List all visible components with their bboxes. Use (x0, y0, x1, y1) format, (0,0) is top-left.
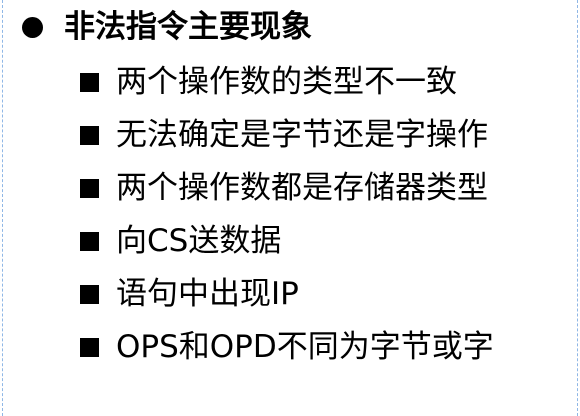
heading-text: 非法指令主要现象 (64, 9, 312, 45)
list-item-text: OPS和OPD不同为字节或字 (116, 329, 494, 365)
slide-left-border (2, 0, 3, 416)
list-item-text: 两个操作数都是存储器类型 (116, 170, 488, 206)
slide-right-border (577, 0, 578, 416)
list-item: 两个操作数都是存储器类型 (80, 162, 494, 215)
filled-square-icon (80, 338, 99, 357)
filled-square-icon (80, 285, 99, 304)
heading-row: 非法指令主要现象 (22, 4, 312, 50)
list-item: OPS和OPD不同为字节或字 (80, 321, 494, 374)
filled-square-icon (80, 232, 99, 251)
list-item-text: 向CS送数据 (116, 223, 282, 259)
list-item: 向CS送数据 (80, 215, 494, 268)
list-item: 两个操作数的类型不一致 (80, 56, 494, 109)
filled-square-icon (80, 73, 99, 92)
list-item-text: 两个操作数的类型不一致 (116, 64, 457, 100)
slide-frame: 非法指令主要现象 两个操作数的类型不一致 无法确定是字节还是字操作 两个操作数都… (0, 0, 580, 416)
bullet-list: 两个操作数的类型不一致 无法确定是字节还是字操作 两个操作数都是存储器类型 向C… (80, 56, 494, 374)
filled-square-icon (80, 179, 99, 198)
list-item-text: 语句中出现IP (116, 276, 299, 312)
list-item: 语句中出现IP (80, 268, 494, 321)
filled-square-icon (80, 126, 99, 145)
list-item-text: 无法确定是字节还是字操作 (116, 117, 488, 153)
list-item: 无法确定是字节还是字操作 (80, 109, 494, 162)
filled-circle-icon (22, 16, 43, 38)
